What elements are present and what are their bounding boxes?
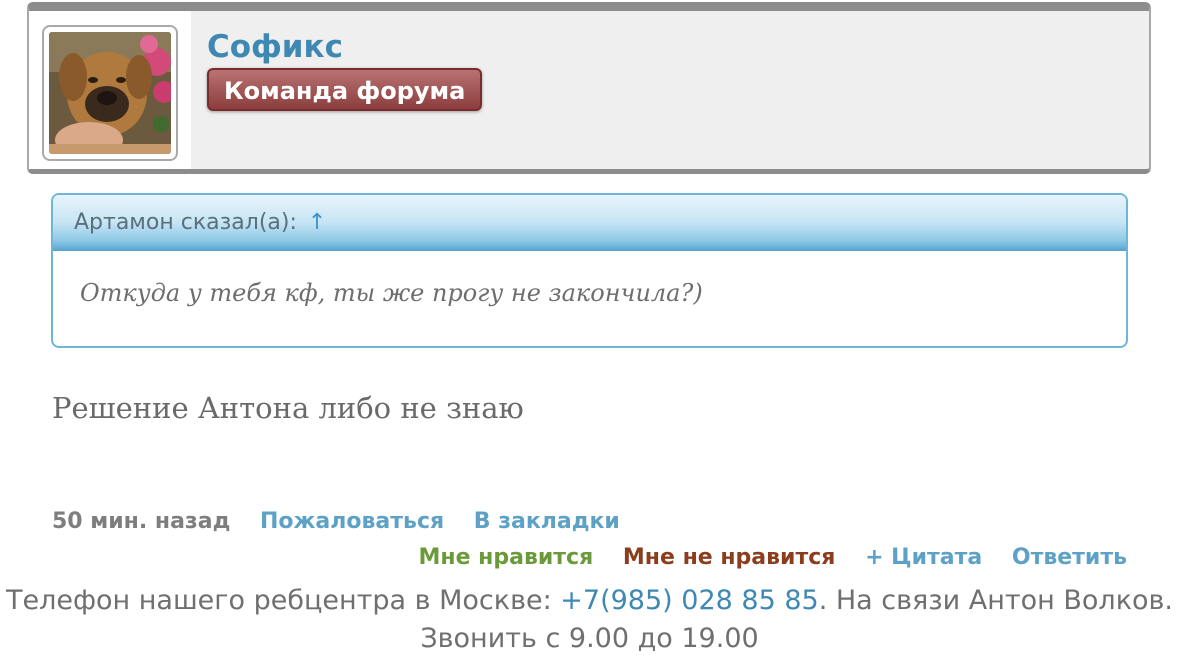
role-badge: Команда форума: [207, 68, 483, 111]
quote-header: Артамон сказал(а): ↑: [53, 195, 1126, 251]
dislike-button[interactable]: Мне не нравится: [623, 545, 836, 570]
dog-photo-avatar-image: [49, 32, 171, 154]
forum-post: Софикс Команда форума Артамон сказал(а):…: [0, 0, 1179, 668]
user-card: Софикс Команда форума: [27, 2, 1151, 174]
reply-button[interactable]: Ответить: [1012, 545, 1127, 570]
message-text: Решение Антона либо не знаю: [52, 391, 524, 425]
quote-author: Артамон сказал(а):: [74, 210, 297, 235]
quote-block: Артамон сказал(а): ↑ Откуда у тебя кф, т…: [51, 193, 1128, 348]
report-link[interactable]: Пожаловаться: [260, 509, 444, 534]
post-meta: 50 мин. назад Пожаловаться В закладки: [52, 509, 642, 534]
avatar-cell: [29, 11, 191, 169]
footer-contact: Телефон нашего ребцентра в Москве: +7(98…: [0, 582, 1179, 658]
post-time[interactable]: 50 мин. назад: [52, 509, 230, 534]
post-actions: Мне нравится Мне не нравится + Цитата От…: [396, 545, 1127, 570]
quote-button[interactable]: + Цитата: [865, 545, 982, 570]
phone-link[interactable]: +7(985) 028 85 85: [560, 585, 818, 616]
bookmark-link[interactable]: В закладки: [474, 509, 620, 534]
username[interactable]: Софикс: [207, 29, 343, 65]
like-button[interactable]: Мне нравится: [418, 545, 593, 570]
footer-text-before: Телефон нашего ребцентра в Москве:: [5, 585, 561, 616]
quote-source-arrow-icon[interactable]: ↑: [308, 210, 326, 235]
quote-text: Откуда у тебя кф, ты же прогу не закончи…: [80, 279, 703, 307]
avatar[interactable]: [42, 25, 178, 161]
